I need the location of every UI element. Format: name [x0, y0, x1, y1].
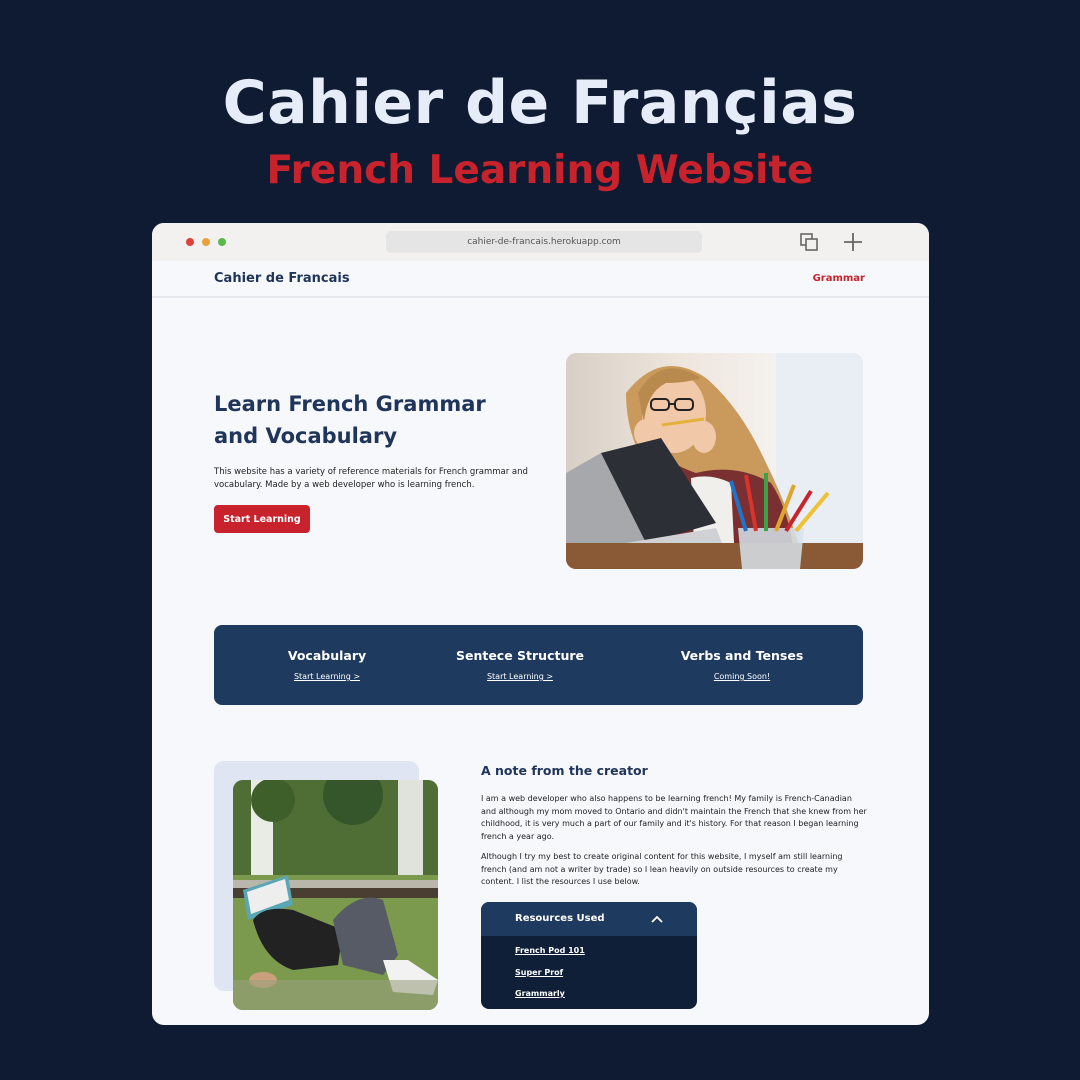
creator-image — [233, 780, 438, 1010]
category-link[interactable]: Coming Soon! — [664, 672, 820, 681]
hero-description: This website has a variety of reference … — [214, 467, 528, 490]
category-sentence-structure: Sentece Structure Start Learning > — [440, 625, 600, 705]
start-learning-button[interactable]: Start Learning — [214, 505, 310, 533]
hero-title-line-2: and Vocabulary — [214, 424, 398, 448]
note-title: A note from the creator — [481, 763, 648, 778]
browser-toolbar: cahier-de-francais.herokuapp.com — [152, 223, 929, 261]
tabs-icon[interactable] — [799, 232, 819, 252]
hero-title-line-1: Learn French Grammar — [214, 392, 486, 416]
resources-title: Resources Used — [515, 913, 605, 924]
category-panel: Vocabulary Start Learning > Sentece Stru… — [214, 625, 863, 705]
category-title: Sentece Structure — [455, 648, 585, 663]
site-header: Cahier de Francais Grammar — [152, 261, 929, 298]
minimize-window-button[interactable] — [202, 238, 210, 246]
resource-link-grammarly[interactable]: Grammarly — [515, 989, 565, 998]
nav-link-grammar[interactable]: Grammar — [813, 273, 865, 284]
address-bar[interactable]: cahier-de-francais.herokuapp.com — [386, 231, 702, 253]
maximize-window-button[interactable] — [218, 238, 226, 246]
hero-image — [566, 353, 863, 569]
category-link[interactable]: Start Learning > — [440, 672, 600, 681]
site-brand[interactable]: Cahier de Francais — [214, 271, 350, 286]
note-paragraph-2: Although I try my best to create origina… — [481, 852, 843, 886]
resource-link-superprof[interactable]: Super Prof — [515, 968, 563, 977]
browser-window: cahier-de-francais.herokuapp.com Cahier … — [152, 223, 929, 1025]
poster-subtitle: French Learning Website — [266, 148, 814, 193]
category-title: Vocabulary — [287, 648, 367, 663]
resources-accordion: Resources Used French Pod 101 Super Prof… — [481, 902, 697, 1009]
hero-title: Learn French Grammar and Vocabulary — [214, 388, 514, 452]
poster-title: Cahier de Françias — [222, 68, 858, 138]
category-title: Verbs and Tenses — [680, 648, 804, 663]
resource-link-frenchpod[interactable]: French Pod 101 — [515, 946, 585, 955]
new-tab-icon[interactable] — [842, 231, 864, 253]
category-vocabulary: Vocabulary Start Learning > — [252, 625, 402, 705]
chevron-up-icon[interactable] — [651, 914, 663, 924]
category-link[interactable]: Start Learning > — [252, 672, 402, 681]
category-verbs-tenses: Verbs and Tenses Coming Soon! — [664, 625, 820, 705]
resources-accordion-header[interactable]: Resources Used — [481, 902, 697, 936]
close-window-button[interactable] — [186, 238, 194, 246]
note-paragraph-1: I am a web developer who also happens to… — [481, 794, 867, 841]
